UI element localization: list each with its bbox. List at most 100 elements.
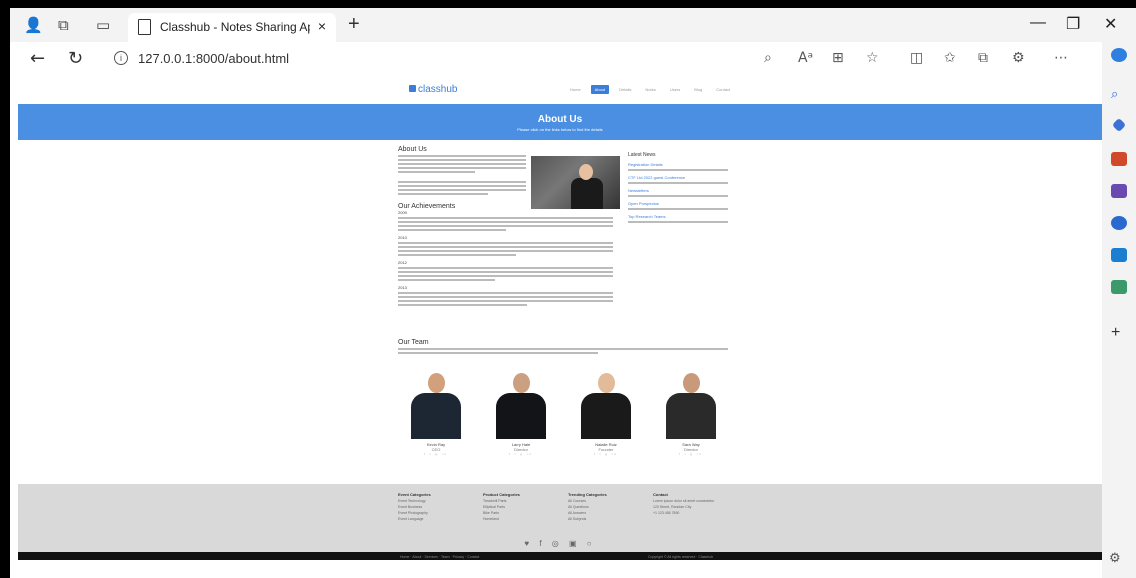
team-member-card: Larry Hale Director f t g in (488, 371, 554, 456)
footer-link[interactable]: Event Technology (398, 499, 478, 503)
member-social-icons[interactable]: f t g in (658, 452, 724, 456)
office-icon[interactable] (1111, 216, 1127, 230)
sidebar-settings-icon[interactable]: ⚙ (1109, 550, 1121, 566)
footer-link[interactable]: All Subjects (568, 517, 648, 521)
footer-column: Product Categories Treadmill Parts Ellipti… (483, 492, 563, 521)
team-member-card: Sara Way Director f t g in (658, 371, 724, 456)
news-link[interactable]: Top Research Teams (628, 214, 728, 219)
read-aloud-icon[interactable]: Aᵃ (798, 50, 813, 66)
outlook-icon[interactable] (1111, 248, 1127, 262)
tools-icon[interactable] (1111, 152, 1127, 166)
achievements-list: 2009 2010 2012 2013 (398, 210, 613, 306)
back-button[interactable]: ← (30, 48, 45, 69)
footer-bottom-bar: Home · About · Services · Team · Privacy… (18, 552, 1102, 560)
about-text (398, 155, 526, 195)
footer-link[interactable]: Bike Parts (483, 511, 563, 515)
close-tab-icon[interactable]: × (318, 18, 326, 34)
footer-link[interactable]: 123 Street, Random City (653, 505, 733, 509)
edge-sidebar: ⌕ + (1102, 42, 1136, 578)
web-page: classhub Home About Details Notes Users … (18, 76, 1102, 560)
news-link[interactable]: Registration Details (628, 162, 728, 167)
member-social-icons[interactable]: f t g in (488, 452, 554, 456)
site-logo[interactable]: classhub (409, 84, 457, 95)
footer-link[interactable]: Lorem ipsum dolor sit amet consectetur (653, 499, 733, 503)
refresh-button[interactable]: ↻ (68, 48, 83, 69)
footer-link[interactable]: Treadmill Parts (483, 499, 563, 503)
year-label: 2009 (398, 210, 407, 215)
address-bar-row: ← ↻ i 127.0.0.1:8000/about.html ⌕ Aᵃ ⊞ ☆… (10, 42, 1102, 76)
browser-window: 👤 ⧉ ▭ Classhub - Notes Sharing Applic × … (10, 8, 1136, 578)
year-label: 2013 (398, 285, 407, 290)
footer-link[interactable]: Event Language (398, 517, 478, 521)
footer-social-icons[interactable]: ♥ f ◎ ▣ ○ (18, 539, 1102, 548)
member-photo (403, 371, 469, 439)
footer-link[interactable]: All Courses (568, 499, 648, 503)
new-tab-button[interactable]: + (348, 13, 360, 36)
zoom-icon[interactable]: ⌕ (764, 50, 772, 66)
tab-actions-icon[interactable]: ▭ (96, 16, 110, 34)
close-window-button[interactable]: ✕ (1104, 14, 1117, 34)
menu-about[interactable]: About (590, 85, 610, 94)
footer-link[interactable]: Event Photography (398, 511, 478, 515)
footer-link[interactable]: Elliptical Parts (483, 505, 563, 509)
restore-button[interactable]: ❐ (1066, 14, 1080, 34)
favorites-icon[interactable]: ✩ (944, 50, 956, 66)
about-photo (531, 156, 620, 209)
url-text[interactable]: 127.0.0.1:8000/about.html (138, 51, 289, 66)
address-bar[interactable]: i 127.0.0.1:8000/about.html (102, 46, 762, 72)
footer-link[interactable]: All Questions (568, 505, 648, 509)
extensions-icon[interactable]: ⚙ (1012, 50, 1025, 66)
team-member-card: Natalie Ruiz Founder f t g in (573, 371, 639, 456)
games-icon[interactable] (1111, 184, 1127, 198)
footer-column-heading: Contact (653, 492, 668, 497)
menu-notes[interactable]: Notes (641, 85, 659, 94)
year-label: 2010 (398, 235, 407, 240)
workspaces-icon[interactable]: ⧉ (58, 16, 69, 34)
collections-icon[interactable]: ⧉ (978, 50, 988, 66)
member-photo (658, 371, 724, 439)
news-link[interactable]: CTF Ltd 2022 guest Conference (628, 175, 728, 180)
page-banner: About Us Please click on the links below… (18, 104, 1102, 140)
latest-heading: Latest News (628, 152, 656, 158)
member-social-icons[interactable]: f t g in (573, 452, 639, 456)
year-label: 2012 (398, 260, 407, 265)
more-menu-icon[interactable]: ⋯ (1054, 50, 1068, 66)
footer-column-heading: Trending Categories (568, 492, 607, 497)
split-screen-icon[interactable]: ◫ (910, 50, 923, 66)
menu-details[interactable]: Details (615, 85, 635, 94)
footer-link[interactable]: All Answers (568, 511, 648, 515)
team-heading: Our Team (398, 339, 429, 346)
drop-icon[interactable] (1111, 280, 1127, 294)
team-member-card: Kevin Ray CEO f t g in (403, 371, 469, 456)
news-link[interactable]: Open Prospectus (628, 201, 728, 206)
latest-news: Latest News Registration Details CTF Ltd… (628, 152, 728, 225)
profile-icon[interactable]: 👤 (24, 16, 43, 34)
site-info-icon[interactable]: i (114, 51, 128, 65)
menu-home[interactable]: Home (566, 85, 585, 94)
copilot-icon[interactable] (1111, 48, 1127, 62)
active-tab[interactable]: Classhub - Notes Sharing Applic × (128, 13, 336, 42)
site-navbar: classhub Home About Details Notes Users … (18, 76, 1102, 104)
member-photo (573, 371, 639, 439)
title-bar: 👤 ⧉ ▭ Classhub - Notes Sharing Applic × … (10, 8, 1136, 42)
member-social-icons[interactable]: f t g in (403, 452, 469, 456)
footer-link[interactable]: Event Business (398, 505, 478, 509)
footer-link[interactable]: Homeland (483, 517, 563, 521)
favorite-star-icon[interactable]: ☆ (866, 50, 879, 66)
footer-column: Event Categories Event Technology Event Bu… (398, 492, 478, 521)
banner-subtitle: Please click on the links below to find … (517, 127, 603, 132)
search-icon[interactable]: ⌕ (1111, 86, 1127, 101)
banner-title: About Us (537, 114, 583, 125)
shopping-icon[interactable] (1111, 117, 1127, 133)
menu-contact[interactable]: Contact (712, 85, 734, 94)
page-icon (138, 19, 151, 35)
app-available-icon[interactable]: ⊞ (832, 50, 844, 66)
menu-users[interactable]: Users (666, 85, 684, 94)
footer-links[interactable]: Home · About · Services · Team · Privacy… (400, 555, 479, 559)
add-sidebar-app-icon[interactable]: + (1111, 324, 1127, 341)
minimize-button[interactable]: — (1030, 14, 1046, 32)
footer-column: Trending Categories All Courses All Questi… (568, 492, 648, 521)
news-link[interactable]: Newsletters (628, 188, 728, 193)
footer-link[interactable]: +1 123 456 7890 (653, 511, 733, 515)
menu-blog[interactable]: Blog (690, 85, 706, 94)
